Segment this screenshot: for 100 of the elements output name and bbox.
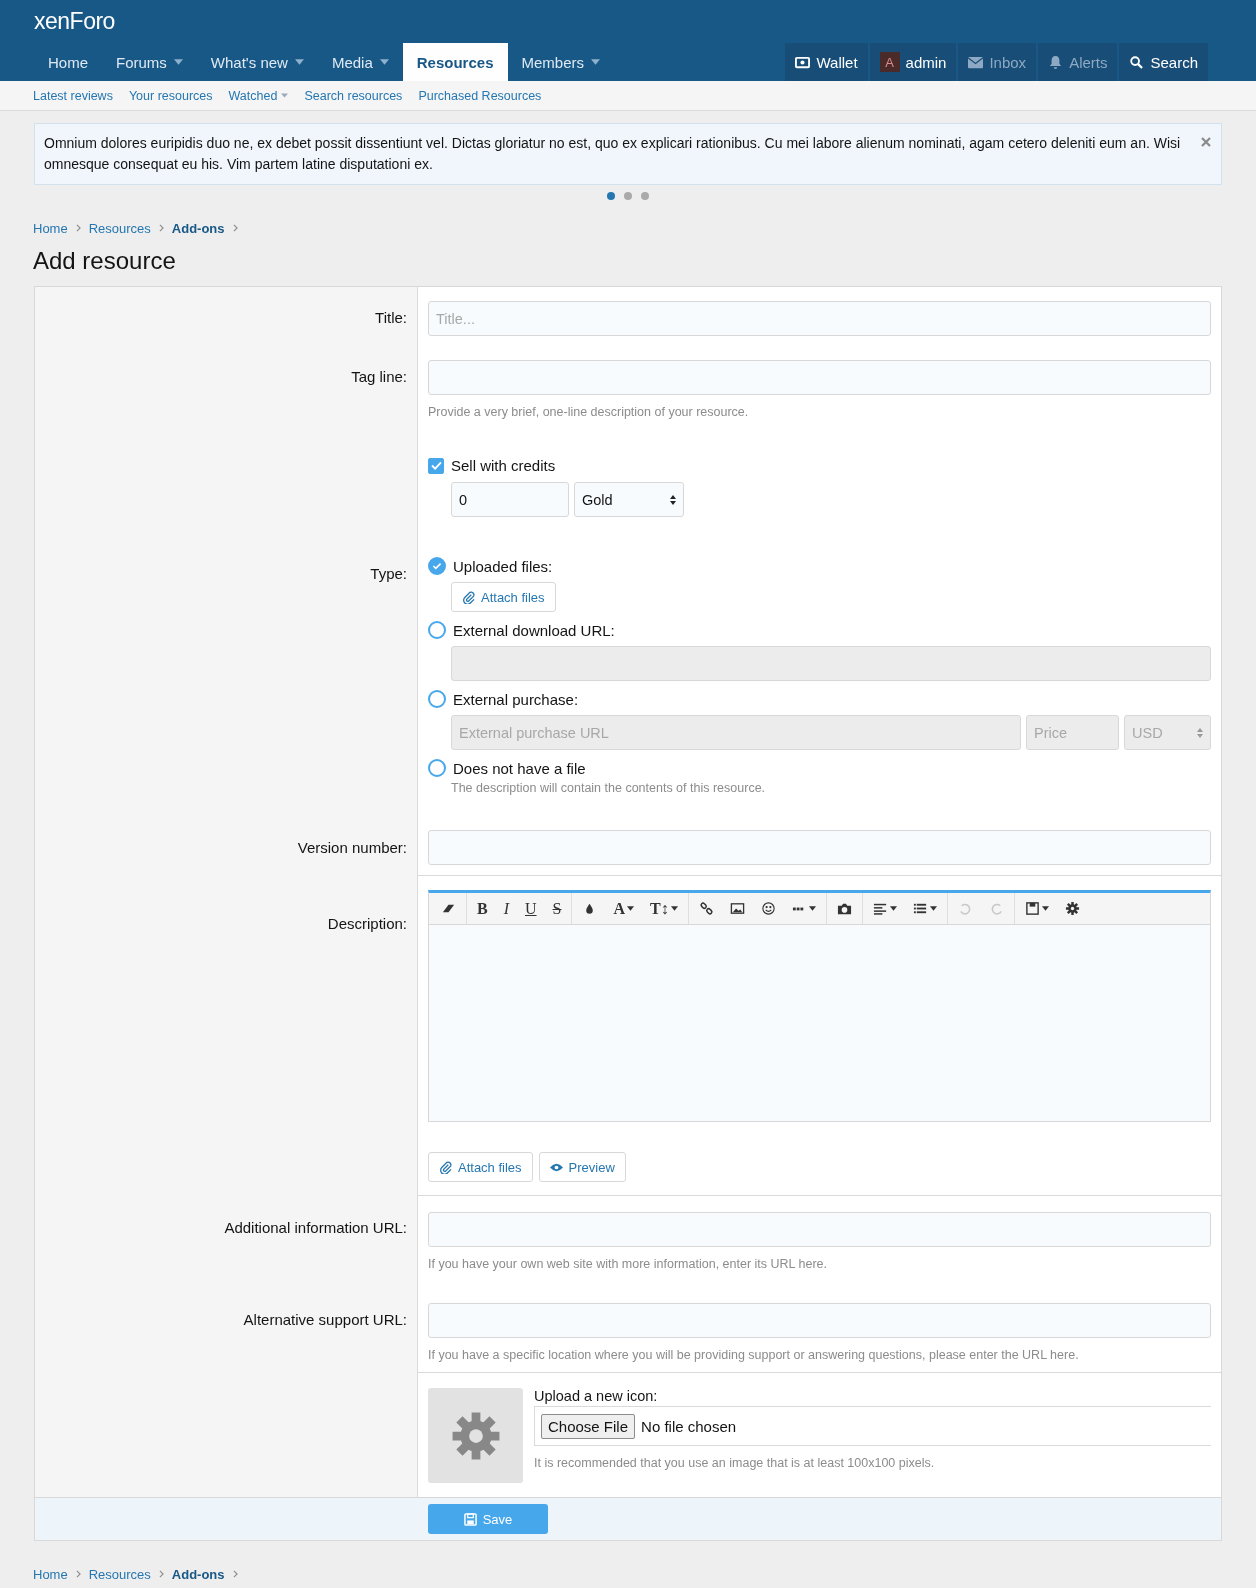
- field-label: Tag line:: [351, 368, 407, 385]
- user-nav-item[interactable]: Wallet: [785, 43, 868, 81]
- breadcrumb-link[interactable]: Home: [33, 220, 68, 236]
- radio-button[interactable]: [428, 759, 446, 777]
- carousel-dot[interactable]: [641, 192, 649, 200]
- radio-label: Uploaded files:: [453, 557, 553, 575]
- caret-icon: [379, 59, 389, 65]
- tag-line-input[interactable]: [428, 360, 1211, 395]
- nav-tab[interactable]: Home: [34, 43, 102, 81]
- field-label: Description:: [327, 915, 407, 932]
- avatar: A: [879, 52, 900, 72]
- sub-nav-link[interactable]: Watched: [228, 88, 289, 103]
- radio-button[interactable]: [428, 690, 446, 708]
- field-label: Alternative support URL:: [243, 1311, 407, 1328]
- search-icon: [1129, 55, 1145, 69]
- user-nav-item[interactable]: A admin: [869, 43, 957, 81]
- caret-icon: [670, 906, 678, 911]
- sort-arrows-icon: [670, 494, 676, 505]
- toolbar-icon: [698, 901, 714, 916]
- caret-icon: [889, 906, 897, 911]
- version-input[interactable]: [428, 830, 1211, 865]
- gear-icon: [450, 1410, 501, 1461]
- carousel-dot[interactable]: [624, 192, 632, 200]
- paperclip-icon: [462, 590, 475, 604]
- caret-icon: [294, 59, 304, 65]
- radio-label: Does not have a file: [453, 759, 586, 777]
- breadcrumb-link[interactable]: Resources: [88, 220, 151, 236]
- info-url-input[interactable]: [428, 1212, 1211, 1247]
- breadcrumb-link[interactable]: Resources: [88, 1566, 151, 1582]
- toolbar-icon: [729, 901, 745, 916]
- nav-tab[interactable]: Forums: [102, 43, 197, 81]
- user-nav-label: Inbox: [989, 53, 1027, 71]
- caret-icon: [627, 906, 635, 911]
- toolbar-button[interactable]: S: [544, 893, 570, 924]
- chevron-icon: [75, 1570, 81, 1578]
- sub-nav-link[interactable]: Your resources: [128, 88, 213, 103]
- field-hint: If you have a specific location where you will be providing support or answering questions, please enter the URL here.: [428, 1348, 1080, 1362]
- toolbar-button[interactable]: U: [517, 893, 545, 924]
- caret-icon: [281, 93, 289, 98]
- carousel-dot[interactable]: [607, 192, 615, 200]
- field-hint: Provide a very brief, one-line description of your resource.: [428, 405, 750, 419]
- nav-tab[interactable]: Resources: [402, 43, 508, 81]
- attach-files-button[interactable]: Attach files: [428, 1152, 533, 1182]
- field-label: Additional information URL:: [224, 1219, 407, 1236]
- caret-icon: [173, 59, 183, 65]
- field-label: Type:: [370, 565, 407, 582]
- toolbar-button[interactable]: A: [605, 893, 643, 924]
- sub-nav-link[interactable]: Latest reviews: [33, 88, 113, 103]
- user-nav-item[interactable]: Alerts: [1038, 43, 1118, 81]
- radio-label: External download URL:: [453, 621, 615, 639]
- toolbar-icon: [1024, 901, 1040, 916]
- user-nav-label: Search: [1150, 53, 1198, 71]
- toolbar-button[interactable]: I: [495, 893, 517, 924]
- check-icon: [430, 461, 442, 470]
- breadcrumb-link[interactable]: Home: [33, 1566, 68, 1582]
- chevron-icon: [158, 1570, 164, 1578]
- toolbar-icon: [957, 901, 973, 916]
- choose-file-button[interactable]: Choose File: [541, 1413, 636, 1439]
- page-title: Add resource: [33, 246, 177, 276]
- currency-select[interactable]: Gold: [574, 482, 684, 517]
- bell-icon: [1048, 55, 1064, 69]
- preview-button[interactable]: Preview: [538, 1152, 626, 1182]
- nav-tab[interactable]: Members: [507, 43, 614, 81]
- toolbar-button[interactable]: B: [469, 893, 496, 924]
- user-nav-item[interactable]: Search: [1119, 43, 1208, 81]
- field-label: Version number:: [297, 839, 407, 856]
- radio-button[interactable]: [428, 557, 446, 575]
- user-nav-item[interactable]: Inbox: [958, 43, 1037, 81]
- sub-nav-link[interactable]: Purchased Resources: [418, 88, 542, 103]
- attach-files-button[interactable]: Attach files: [451, 582, 556, 612]
- field-label: Upload a new icon:: [534, 1388, 659, 1404]
- close-icon[interactable]: [1201, 137, 1211, 147]
- title-input[interactable]: Title...: [428, 301, 1211, 336]
- checkbox-label: Sell with credits: [451, 457, 556, 474]
- radio-button[interactable]: [428, 621, 446, 639]
- chevron-icon: [75, 224, 81, 232]
- nav-tab[interactable]: What's new: [196, 43, 318, 81]
- site-logo[interactable]: xenForo: [34, 8, 115, 35]
- user-nav-label: Wallet: [816, 53, 858, 71]
- support-url-input[interactable]: [428, 1303, 1211, 1338]
- caret-icon: [1041, 906, 1049, 911]
- toolbar-icon: [872, 901, 888, 916]
- nav-tab[interactable]: Media: [317, 43, 403, 81]
- sub-nav-link[interactable]: Search resources: [304, 88, 403, 103]
- money-icon: [795, 55, 811, 69]
- credits-amount-input[interactable]: 0: [451, 482, 569, 517]
- option-hint: The description will contain the contents of this resource.: [451, 781, 767, 795]
- caret-icon: [929, 906, 937, 911]
- breadcrumb-link[interactable]: Add-ons: [171, 220, 225, 236]
- file-input[interactable]: Choose File No file chosen: [534, 1406, 1211, 1446]
- user-nav-label: admin: [905, 53, 947, 71]
- notice-text: Omnium dolores euripidis duo ne, ex debet possit dissentiunt vel. Dictas gloriatur no est, quo ex explicari rationibus. Cu mei labore alienum nominati, agam cetero deleniti eum an. Wisi omnesque consequat eu his. Vim partem latine disputationi ex.: [44, 134, 1181, 174]
- field-hint: If you have your own web site with more information, enter its URL here.: [428, 1257, 829, 1271]
- toolbar-icon: [912, 901, 928, 916]
- toolbar-button[interactable]: T↕: [642, 893, 686, 924]
- checkbox[interactable]: [428, 457, 444, 474]
- breadcrumb-link[interactable]: Add-ons: [171, 1566, 225, 1582]
- toolbar-icon: [836, 901, 852, 916]
- toolbar-icon: [1064, 901, 1080, 916]
- check-icon: [432, 562, 442, 570]
